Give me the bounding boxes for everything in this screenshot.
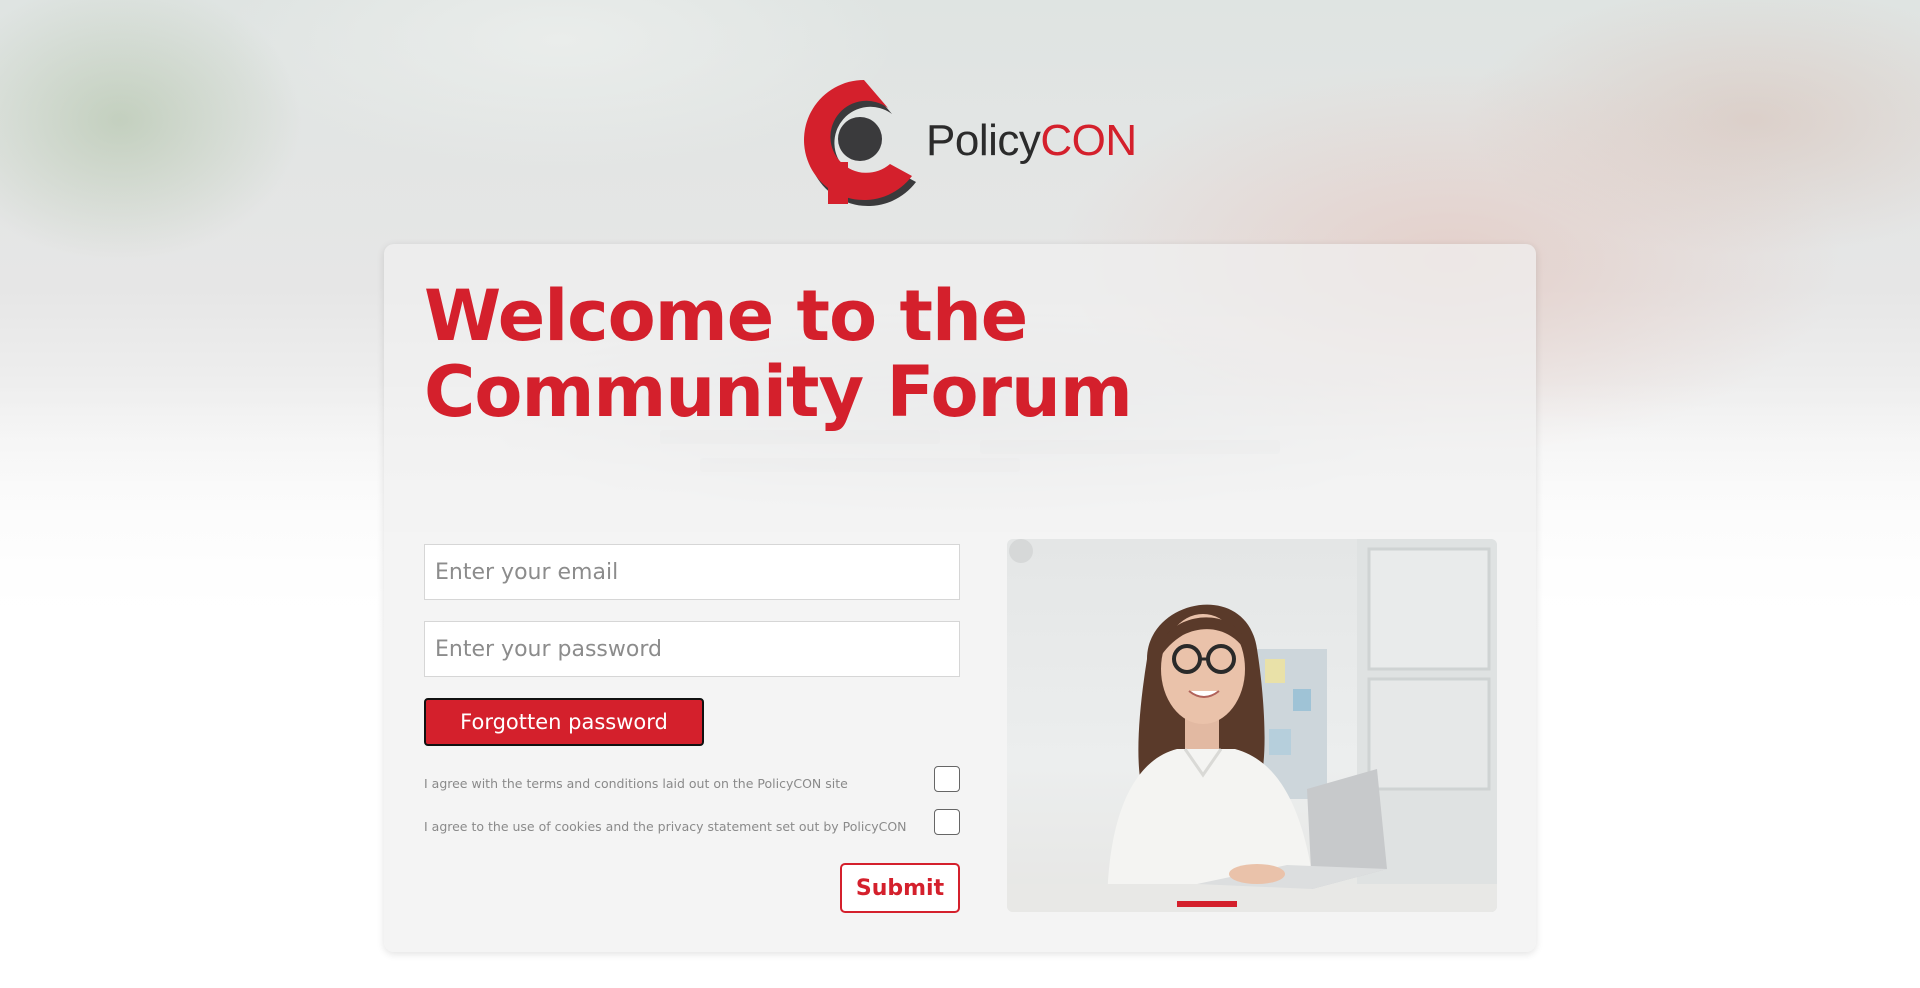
terms-label: I agree with the terms and conditions la… xyxy=(424,776,848,791)
email-input[interactable] xyxy=(424,544,960,600)
logo-text-policy: Policy xyxy=(926,116,1041,165)
policycon-logo-icon xyxy=(804,80,916,206)
login-page: PolicyCON Welcome to the Community Forum… xyxy=(0,0,1920,988)
woman-at-laptop-photo xyxy=(1007,539,1497,912)
page-title: Welcome to the Community Forum xyxy=(424,275,1133,433)
login-card: Welcome to the Community Forum Forgotten… xyxy=(384,244,1536,952)
terms-agreement-row: I agree with the terms and conditions la… xyxy=(424,766,960,794)
logo-text-con: CON xyxy=(1040,116,1137,165)
submit-button[interactable]: Submit xyxy=(840,863,960,913)
cookies-label: I agree to the use of cookies and the pr… xyxy=(424,819,907,834)
woman-at-laptop-illustration xyxy=(1007,539,1497,912)
cookies-agreement-row: I agree to the use of cookies and the pr… xyxy=(424,809,960,837)
forgotten-password-button[interactable]: Forgotten password xyxy=(424,698,704,746)
cookies-checkbox[interactable] xyxy=(934,809,960,835)
policycon-logo[interactable]: PolicyCON xyxy=(784,66,1144,214)
terms-checkbox[interactable] xyxy=(934,766,960,792)
password-input[interactable] xyxy=(424,621,960,677)
logo-wordmark: PolicyCON xyxy=(926,116,1137,166)
